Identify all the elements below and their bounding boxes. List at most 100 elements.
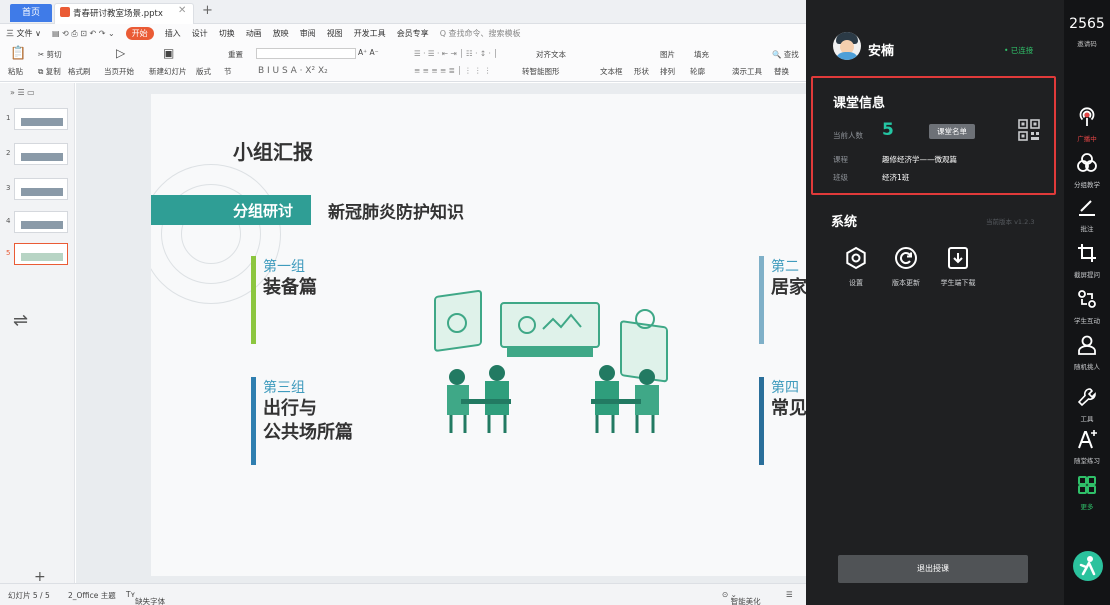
menu-row: 三 文件 ∨ ▤ ⟲ ⎙ ⊡ ↶ ↷ ⌄ 开始 插入 设计 切换 动画 放映 审… (6, 27, 521, 40)
file-menu[interactable]: 三 文件 ∨ (6, 28, 41, 39)
copy-button[interactable]: ⧉ 复制 (38, 66, 61, 77)
outline-button[interactable]: 轮廓 (690, 66, 705, 77)
more-button[interactable]: 更多 (1064, 474, 1110, 511)
format-painter-button[interactable]: 格式刷 (68, 66, 91, 77)
fill-button[interactable]: 填充 (694, 49, 709, 60)
find-label: 查找 (783, 50, 799, 59)
layout-button[interactable]: 版式 (196, 66, 211, 77)
paste-button[interactable]: 粘贴 (8, 66, 23, 77)
thumb-graphic (21, 188, 63, 196)
reset-button[interactable]: 重置 (228, 49, 243, 60)
quick-access-icons[interactable]: ▤ ⟲ ⎙ ⊡ ↶ ↷ ⌄ (52, 29, 115, 39)
screenshot-question-button[interactable]: 截屏提问 (1064, 242, 1110, 279)
paste-icon[interactable]: 📋 (10, 46, 26, 61)
missing-font-indicator[interactable]: Tʏ 缺失字体 (126, 590, 165, 605)
thumb-number: 2 (6, 149, 11, 157)
more-label: 更多 (1080, 503, 1094, 511)
random-pick-button[interactable]: 随机挑人 (1064, 334, 1110, 371)
group-title-line: 出行与 (263, 398, 317, 419)
new-tab-icon[interactable]: + (202, 3, 213, 18)
command-search[interactable]: Q 查找命令、搜索模板 (440, 28, 521, 39)
group-title-line: 居家 (771, 277, 806, 298)
cut-label: 剪切 (46, 50, 62, 59)
textbox-button[interactable]: 文本框 (600, 66, 623, 77)
version-update-button[interactable]: 版本更新 (876, 246, 936, 288)
student-download-button[interactable]: 学生端下载 (928, 246, 988, 288)
toolbar: 📋 粘贴 ✂ 剪切 ⧉ 复制 格式刷 ▷ 当页开始 ▣ 新建幻灯片 版式 节 重… (6, 46, 806, 80)
menu-insert[interactable]: 插入 (165, 28, 181, 39)
slide[interactable]: 小组汇报 分组研讨 新冠肺炎防护知识 第一组 装备篇 第三组 出行与 公共场所篇 … (151, 94, 806, 576)
group-title: 出行与 公共场所篇 (263, 397, 353, 445)
practice-label: 随堂练习 (1074, 457, 1100, 465)
group-title: 装备篇 (263, 276, 317, 300)
menu-animation[interactable]: 动画 (246, 28, 262, 39)
present-tools-button[interactable]: 演示工具 (732, 66, 762, 77)
notes-toggle[interactable]: ☰ (786, 590, 793, 599)
menu-view[interactable]: 视图 (327, 28, 343, 39)
font-style-buttons[interactable]: B I U S A · X² X₂ (258, 66, 328, 76)
slide-thumbnail-4[interactable] (14, 211, 68, 233)
menu-review[interactable]: 审阅 (300, 28, 316, 39)
swap-icon[interactable]: ⇌ (13, 310, 28, 331)
exit-class-button[interactable]: 退出授课 (838, 555, 1028, 583)
tab-home[interactable]: 首页 (10, 4, 52, 22)
teaching-panel: 安楠 • 已连接 课堂信息 当前人数 5 课堂名单 课程 趣修经济学——微观篇 … (806, 0, 1064, 605)
from-current-button[interactable]: 当页开始 (104, 66, 134, 77)
menu-slideshow[interactable]: 放映 (273, 28, 289, 39)
menu-home[interactable]: 开始 (125, 27, 154, 40)
student-interaction-button[interactable]: 学生互动 (1064, 288, 1110, 325)
cut-button[interactable]: ✂ 剪切 (38, 49, 62, 60)
align-text-button[interactable]: 对齐文本 (536, 49, 566, 60)
picture-button[interactable]: 图片 (660, 49, 675, 60)
broadcast-label: 广播中 (1077, 135, 1097, 143)
replace-button[interactable]: 替换 (774, 66, 789, 77)
tools-label: 工具 (1080, 415, 1094, 423)
slide-canvas: 小组汇报 分组研讨 新冠肺炎防护知识 第一组 装备篇 第三组 出行与 公共场所篇 … (76, 83, 806, 583)
new-slide-icon[interactable]: ▣ (163, 46, 174, 60)
slide-thumbnail-3[interactable] (14, 178, 68, 200)
tab-document[interactable]: 青春研讨教室场景.pptx (54, 3, 194, 24)
crop-icon (1078, 244, 1096, 262)
course-value: 趣修经济学——微观篇 (882, 155, 957, 164)
convert-smart-button[interactable]: 转智能图形 (522, 66, 560, 77)
align-buttons[interactable]: ≡ ≡ ≡ ≡ ≣ │ ⋮ ⋮ ⋮ (414, 66, 492, 75)
theme-name[interactable]: 2_Office 主题 (68, 590, 116, 601)
find-button[interactable]: 🔍 查找 (772, 49, 799, 60)
arrange-button[interactable]: 排列 (660, 66, 675, 77)
slide-thumbnail-1[interactable] (14, 108, 68, 130)
group-name: 第一组 (263, 259, 305, 275)
meeting-illustration (434, 289, 668, 433)
assistant-fab[interactable] (1073, 551, 1103, 581)
annotate-button[interactable]: 批注 (1064, 196, 1110, 233)
section-button[interactable]: 节 (224, 66, 232, 77)
download-icon (948, 247, 968, 269)
group-title: 常见 (771, 397, 806, 421)
font-name-select[interactable] (256, 48, 356, 59)
tab-document-label: 青春研讨教室场景.pptx (73, 9, 163, 19)
menu-developer[interactable]: 开发工具 (354, 28, 386, 39)
slide-thumbnail-2[interactable] (14, 143, 68, 165)
thumb-number: 3 (6, 184, 11, 192)
play-icon[interactable]: ▷ (116, 46, 125, 60)
slide-title: 小组汇报 (233, 140, 313, 164)
practice-button[interactable]: 随堂练习 (1064, 428, 1110, 465)
interaction-icon (1078, 290, 1096, 308)
tools-button[interactable]: 工具 (1064, 386, 1110, 423)
new-slide-button[interactable]: 新建幻灯片 (149, 66, 187, 77)
close-tab-icon[interactable]: ✕ (178, 5, 186, 16)
font-size-controls[interactable]: A⁺ A⁻ (358, 48, 379, 57)
list-buttons[interactable]: ☰ · ☰ · ⇤ ⇥ │ ☷ · ↕ · │ (414, 49, 498, 58)
shape-button[interactable]: 形状 (634, 66, 649, 77)
menu-member[interactable]: 会员专享 (397, 28, 429, 39)
qr-code-icon[interactable] (1018, 119, 1040, 141)
broadcast-button[interactable]: 广播中 (1064, 106, 1110, 143)
menu-design[interactable]: 设计 (192, 28, 208, 39)
avatar-body (835, 52, 859, 60)
group-teaching-button[interactable]: 分组教学 (1064, 152, 1110, 189)
smart-beautify-button[interactable]: ⊙ 智能美化 ⌄ (722, 590, 761, 605)
thumbnail-view-toggle[interactable]: » ☰ ▭ (10, 88, 35, 97)
class-roster-button[interactable]: 课堂名单 (929, 124, 975, 139)
slide-thumbnail-5[interactable] (14, 243, 68, 265)
menu-transition[interactable]: 切换 (219, 28, 235, 39)
class-info-card: 课堂信息 当前人数 5 课堂名单 课程 趣修经济学——微观篇 班级 经济1班 (811, 76, 1056, 195)
